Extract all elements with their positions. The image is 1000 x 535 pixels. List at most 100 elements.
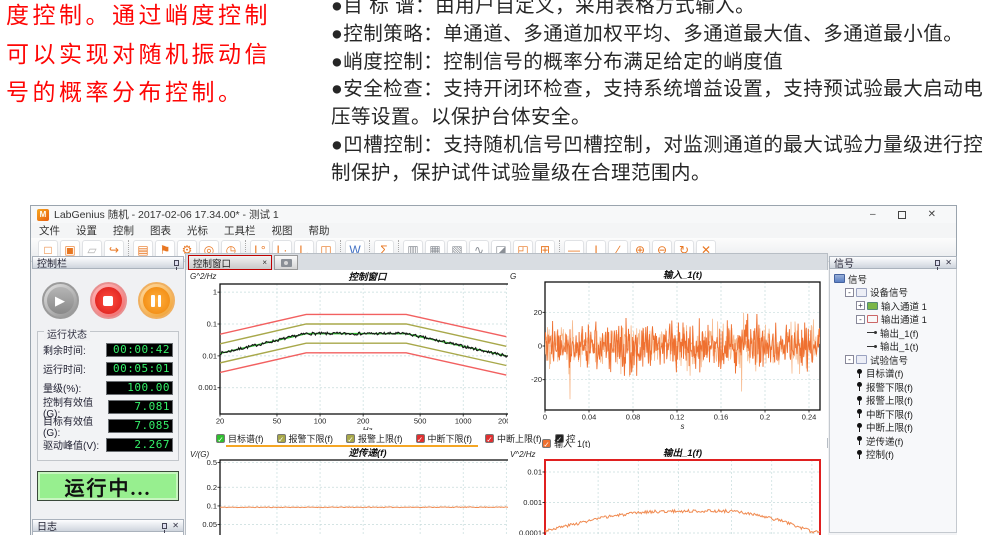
tree-label: 输出_1(f) — [880, 326, 919, 340]
pin-icon[interactable] — [174, 260, 179, 266]
tree-item-输出_1(t)[interactable]: 输出_1(t) — [832, 340, 954, 354]
legend-label: 中断上限(f) — [497, 432, 542, 445]
menubar: 文件 设置 控制 图表 光标 工具栏 视图 帮助 — [31, 223, 956, 238]
svg-text:V/(G): V/(G) — [190, 450, 209, 459]
field-value-display: 2.267 — [106, 438, 173, 452]
legend-item[interactable]: ✓报警下限(f) — [277, 432, 334, 445]
tree-item-目标谱(f)[interactable]: 目标谱(f) — [832, 367, 954, 381]
field-label: 驱动峰值(V): — [43, 437, 99, 452]
menu-光标[interactable]: 光标 — [187, 223, 208, 238]
signal-dock: 信号 ✕ 信号 - 设备信号+输入通道 1-输出通道 1输出_1(f)输出_1(t)… — [829, 256, 957, 535]
tab-close-icon[interactable]: × — [262, 258, 267, 267]
tree-item-中断上限(f)[interactable]: 中断上限(f) — [832, 421, 954, 435]
svg-text:0.2: 0.2 — [760, 413, 770, 422]
svg-text:s: s — [681, 422, 685, 431]
svg-text:0.01: 0.01 — [202, 351, 217, 360]
checkbox-icon[interactable]: ✓ — [485, 434, 494, 443]
tree-label: 中断上限(f) — [866, 420, 913, 434]
tree-item-信号[interactable]: 信号 — [832, 272, 954, 286]
restore-button[interactable] — [898, 211, 906, 219]
chart-tabbar: 控制窗口 × — [186, 254, 827, 270]
tree-item-设备信号[interactable]: - 设备信号 — [832, 286, 954, 300]
legend-item[interactable]: ✓中断上限(f) — [485, 432, 542, 445]
pin-icon[interactable] — [162, 523, 167, 529]
field-value-display: 00:00:42 — [106, 343, 173, 357]
close-button[interactable]: ✕ — [928, 209, 936, 220]
play-button[interactable]: ▶ — [42, 282, 79, 319]
svg-text:Hz: Hz — [363, 426, 373, 430]
svg-text:200: 200 — [357, 417, 370, 426]
minimize-button[interactable]: – — [870, 209, 876, 220]
legend-underline — [226, 445, 478, 447]
control-window-chart[interactable]: 20501002005001000200010.10.010.001控制窗口G^… — [188, 270, 522, 430]
svg-text:0.5: 0.5 — [207, 458, 217, 467]
expand-icon[interactable]: + — [856, 301, 865, 310]
svg-text:20: 20 — [534, 308, 542, 317]
tree-label: 控制(f) — [866, 447, 894, 461]
tree-item-试验信号[interactable]: - 试验信号 — [832, 353, 954, 367]
collapse-icon[interactable]: - — [856, 315, 865, 324]
test-settings-icon: ▤ — [137, 244, 148, 256]
menu-帮助[interactable]: 帮助 — [309, 223, 330, 238]
field-value-display: 00:05:01 — [106, 362, 173, 376]
collapse-icon[interactable]: - — [845, 288, 854, 297]
menu-控制[interactable]: 控制 — [113, 223, 134, 238]
tree-label: 目标谱(f) — [866, 366, 903, 380]
tree-item-输入通道 1[interactable]: +输入通道 1 — [832, 299, 954, 313]
checkbox-icon[interactable]: ✓ — [416, 434, 425, 443]
stop-button[interactable] — [90, 282, 127, 319]
collapse-icon[interactable]: - — [845, 355, 854, 364]
menu-设置[interactable]: 设置 — [76, 223, 97, 238]
svg-text:0.1: 0.1 — [207, 320, 217, 329]
control-window-legend: ✓目标谱(f)✓报警下限(f)✓报警上限(f)✓中断下限(f)✓中断上限(f)✓… — [216, 432, 576, 445]
open-folder-icon: ▱ — [87, 244, 96, 256]
menu-视图[interactable]: 视图 — [272, 223, 293, 238]
intro-text-line: 度控制。通过峭度控制 — [6, 0, 330, 35]
i-in-icon — [867, 302, 878, 310]
legend-item[interactable]: ✓中断下限(f) — [416, 432, 473, 445]
tree-item-逆传递(f)[interactable]: 逆传递(f) — [832, 434, 954, 448]
legend-item[interactable]: ✓报警上限(f) — [346, 432, 403, 445]
tree-item-中断下限(f)[interactable]: 中断下限(f) — [832, 407, 954, 421]
signal-dock-title: 信号 — [834, 255, 854, 270]
tree-item-报警下限(f)[interactable]: 报警下限(f) — [832, 380, 954, 394]
svg-text:逆传递(f): 逆传递(f) — [349, 448, 387, 459]
svg-text:0.24: 0.24 — [802, 413, 817, 422]
window-title: LabGenius 随机 - 2017-02-06 17.34.00* - 测试… — [54, 207, 279, 222]
checkbox-icon[interactable]: ✓ — [542, 439, 551, 448]
menu-图表[interactable]: 图表 — [150, 223, 171, 238]
run-status-label: 运行状态 — [44, 326, 90, 341]
tree-item-控制(f)[interactable]: 控制(f) — [832, 448, 954, 462]
tree-label: 试验信号 — [870, 353, 908, 367]
inverse-transfer-chart[interactable]: 0.50.20.10.05逆传递(f)V/(G) — [188, 448, 522, 535]
save-icon: ▣ — [64, 244, 75, 256]
input-time-chart[interactable]: 00.040.080.120.160.20.24-20020输入_1(t)Gs — [508, 270, 828, 438]
tab-control-window[interactable]: 控制窗口 × — [188, 255, 272, 270]
close-icon[interactable]: ✕ — [172, 522, 179, 530]
tree-label: 报警上限(f) — [866, 393, 913, 407]
output-spectrum-chart[interactable]: 0.010.0010.0001输出_1(f)V^2/Hz — [508, 448, 828, 535]
tree-label: 设备信号 — [870, 285, 908, 299]
close-icon[interactable]: ✕ — [945, 259, 952, 267]
pause-button[interactable] — [138, 282, 175, 319]
pin-icon[interactable] — [935, 260, 940, 266]
bullet-line: 制保护，保护试件试验量级在合理范围内。 — [331, 160, 999, 188]
legend-item[interactable]: ✓目标谱(f) — [216, 432, 264, 445]
checkbox-icon[interactable]: ✓ — [346, 434, 355, 443]
checkbox-icon[interactable]: ✓ — [277, 434, 286, 443]
menu-工具栏[interactable]: 工具栏 — [224, 223, 256, 238]
svg-text:1: 1 — [213, 288, 217, 297]
tab-snapshot[interactable] — [274, 255, 298, 270]
i-mic-icon — [856, 396, 863, 405]
menu-文件[interactable]: 文件 — [39, 223, 60, 238]
field-value-display: 7.085 — [108, 419, 173, 433]
field-label: 运行时间: — [43, 361, 86, 376]
svg-text:0.08: 0.08 — [626, 413, 641, 422]
tree-item-输出通道 1[interactable]: -输出通道 1 — [832, 313, 954, 327]
svg-text:0.16: 0.16 — [714, 413, 729, 422]
control-dock-title: 控制栏 — [37, 255, 67, 270]
checkbox-icon[interactable]: ✓ — [216, 434, 225, 443]
tree-item-报警上限(f)[interactable]: 报警上限(f) — [832, 394, 954, 408]
tree-item-输出_1(f)[interactable]: 输出_1(f) — [832, 326, 954, 340]
control-dock: 控制栏 ▶ 运行状态 剩余时间:00:00:42运行时间:00:05:01量级(… — [32, 256, 184, 535]
